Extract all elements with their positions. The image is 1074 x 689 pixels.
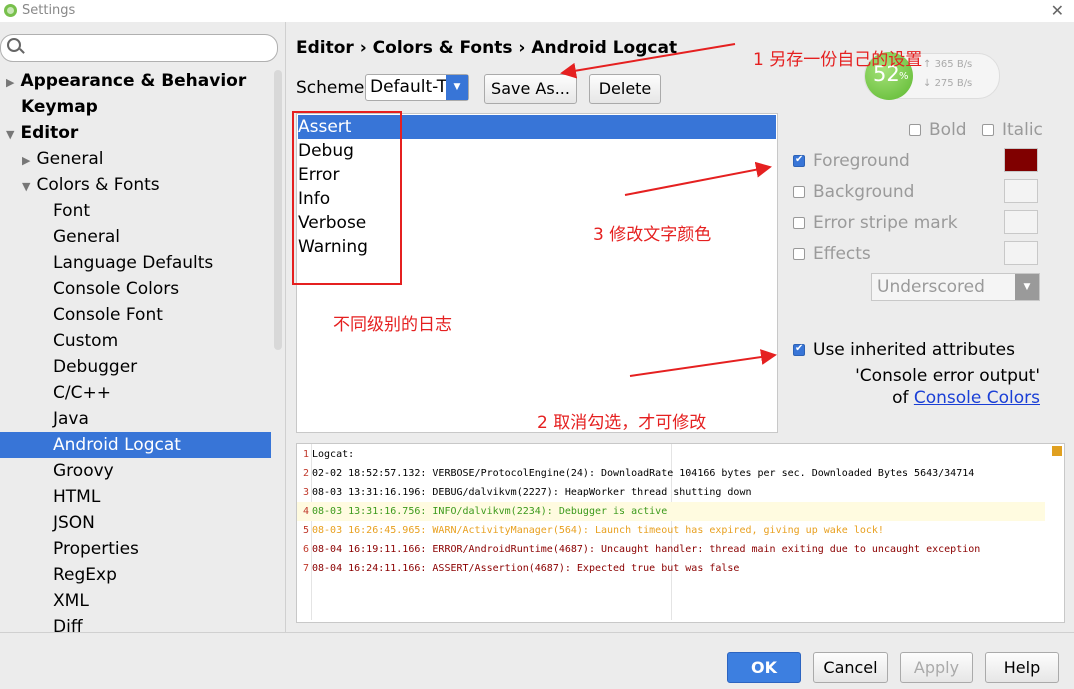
cancel-button[interactable]: Cancel	[813, 652, 888, 683]
help-button[interactable]: Help	[985, 652, 1059, 683]
ok-button[interactable]: OK	[727, 652, 801, 683]
arrow-to-inherited	[629, 349, 777, 377]
annotation-arrows	[560, 43, 777, 377]
arrow-to-save-as	[560, 43, 736, 79]
apply-button[interactable]: Apply	[900, 652, 973, 683]
arrow-to-foreground	[624, 161, 772, 196]
